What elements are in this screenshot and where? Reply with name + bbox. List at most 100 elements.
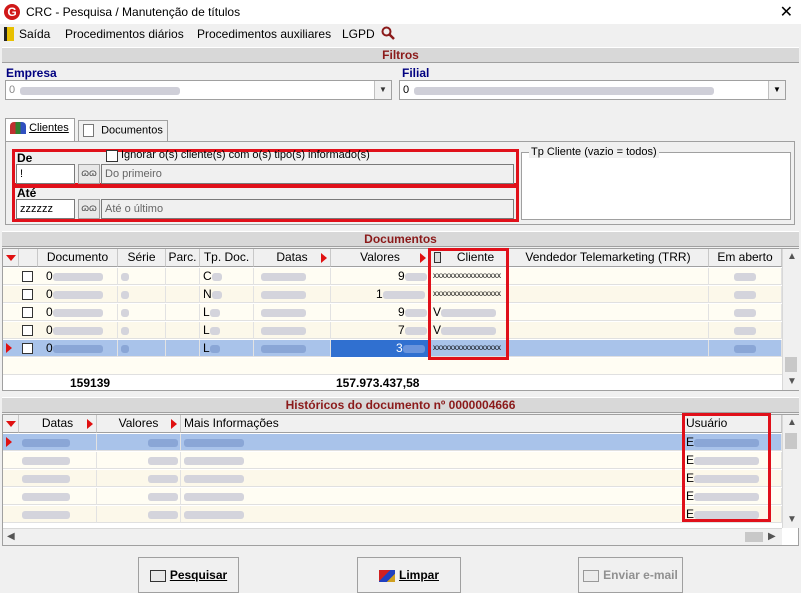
ate-input[interactable]: zzzzzz [16, 199, 75, 219]
table-row[interactable]: 0 L 7 V [3, 322, 782, 339]
scroll-thumb[interactable] [785, 357, 797, 372]
sort-icon [87, 419, 93, 429]
history-row[interactable]: E [3, 506, 782, 523]
redacted [404, 308, 427, 317]
col-hist-datas-label: Datas [41, 416, 74, 430]
history-row[interactable]: E [3, 488, 782, 505]
menu-aux-procedures[interactable]: Procedimentos auxiliares [197, 27, 331, 41]
chevron-up-icon[interactable]: ▲ [787, 251, 797, 262]
tab-documentos[interactable]: Documentos [78, 120, 168, 141]
search-icon[interactable] [381, 26, 395, 40]
redacted [148, 474, 178, 483]
close-icon[interactable]: ✕ [780, 2, 793, 22]
table-row[interactable]: 0 N 1 xxxxxxxxxxxxxxxxx [3, 286, 782, 303]
cell-hist-valores [97, 452, 181, 469]
tp-value: C [203, 269, 212, 283]
cell-hist-valores [97, 506, 181, 523]
doc-value: 0 [46, 305, 53, 319]
chevron-down-icon[interactable]: ▼ [787, 514, 797, 525]
filial-select[interactable]: 0 ▼ [399, 80, 786, 100]
tab-clientes[interactable]: Clientes [5, 118, 75, 142]
col-tp-doc[interactable]: Tp. Doc. [200, 249, 254, 267]
menu-daily-procedures[interactable]: Procedimentos diários [65, 27, 184, 41]
filters-header: Filtros [2, 47, 799, 63]
documents-vscroll[interactable]: ▲ ▼ [782, 249, 799, 390]
valor-value: 7 [398, 323, 405, 337]
redacted [261, 308, 306, 317]
search-button[interactable]: Pesquisar [138, 557, 239, 593]
cell-hist-valores [97, 470, 181, 487]
chevron-up-icon[interactable]: ▲ [787, 417, 797, 428]
scroll-thumb[interactable] [745, 532, 763, 542]
row-checkbox[interactable] [22, 289, 33, 300]
documents-grid[interactable]: Documento Série Parc. Tp. Doc. Datas Val… [2, 248, 799, 391]
col-hist-valores[interactable]: Valores [97, 415, 181, 433]
history-vscroll[interactable]: ▲ ▼ [782, 415, 799, 528]
people-icon [10, 122, 26, 135]
grid-menu-button[interactable] [3, 415, 19, 433]
documents-header: Documentos [2, 231, 799, 247]
history-row-selected[interactable]: E [3, 434, 782, 451]
col-em-aberto[interactable]: Em aberto [709, 249, 782, 267]
empresa-select[interactable]: 0 ▼ [5, 80, 392, 100]
redacted [211, 272, 222, 281]
chevron-down-icon[interactable]: ▼ [374, 81, 391, 99]
history-row[interactable]: E [3, 470, 782, 487]
history-row[interactable]: E [3, 452, 782, 469]
redacted [121, 290, 129, 299]
col-datas[interactable]: Datas [254, 249, 331, 267]
col-vendedor[interactable]: Vendedor Telemarketing (TRR) [508, 249, 709, 267]
binoculars-icon[interactable]: ɷɷ [78, 164, 100, 184]
redacted [382, 290, 425, 299]
table-row[interactable]: 0 L 9 V [3, 304, 782, 321]
binoculars-icon[interactable]: ɷɷ [78, 199, 100, 219]
col-serie[interactable]: Série [118, 249, 166, 267]
menu-exit[interactable]: Saída [19, 27, 50, 41]
history-hscroll[interactable]: ◀ ▶ [3, 528, 782, 545]
grid-menu-button[interactable] [3, 249, 19, 267]
col-hist-datas[interactable]: Datas [19, 415, 97, 433]
col-parc[interactable]: Parc. [166, 249, 200, 267]
cell-valores: 7 [331, 322, 430, 339]
clear-button-label: Limpar [398, 568, 439, 582]
col-valores-label: Valores [360, 250, 400, 264]
cell-hist-valores [97, 434, 181, 451]
row-checkbox[interactable] [22, 307, 33, 318]
cell-hist-info [181, 434, 683, 451]
chevron-right-icon[interactable]: ▶ [768, 531, 776, 542]
tp-cliente-list[interactable] [521, 152, 791, 220]
menu-lgpd[interactable]: LGPD [342, 27, 375, 41]
col-documento[interactable]: Documento [38, 249, 118, 267]
send-email-button[interactable]: Enviar e-mail [578, 557, 683, 593]
cell-serie [118, 286, 166, 303]
de-description: Do primeiro [101, 164, 514, 184]
row-checkbox[interactable] [22, 325, 33, 336]
table-row-selected[interactable]: 0 L 3 xxxxxxxxxxxxxxxxx [3, 340, 782, 357]
chevron-down-icon[interactable]: ▼ [768, 81, 785, 99]
col-valores[interactable]: Valores [331, 249, 430, 267]
col-hist-valores-label: Valores [118, 416, 159, 430]
redacted [404, 272, 427, 281]
cell-em-aberto [709, 304, 782, 321]
ignore-types-checkbox[interactable] [106, 150, 118, 162]
col-hist-info[interactable]: Mais Informações [181, 415, 683, 433]
chevron-left-icon[interactable]: ◀ [7, 531, 15, 542]
row-checkbox[interactable] [22, 343, 33, 354]
doc-value: 0 [46, 323, 53, 337]
chevron-down-icon[interactable]: ▼ [787, 376, 797, 387]
cell-documento: 0 [38, 340, 118, 357]
cell-hist-valores [97, 488, 181, 505]
broom-icon [378, 569, 395, 582]
cell-valores[interactable]: 3 [331, 340, 430, 357]
clear-button[interactable]: Limpar [357, 557, 461, 593]
doc-value: 0 [46, 341, 53, 355]
scroll-thumb[interactable] [785, 433, 797, 449]
redacted [209, 344, 220, 353]
de-input[interactable]: ! [16, 164, 75, 184]
cell-hist-datas [19, 434, 97, 451]
table-row[interactable]: 0 C 9 xxxxxxxxxxxxxxxxx [3, 268, 782, 285]
cell-serie [118, 268, 166, 285]
history-grid[interactable]: Datas Valores Mais Informações Usuário E… [2, 414, 799, 546]
row-checkbox[interactable] [22, 271, 33, 282]
sort-icon [420, 253, 426, 263]
